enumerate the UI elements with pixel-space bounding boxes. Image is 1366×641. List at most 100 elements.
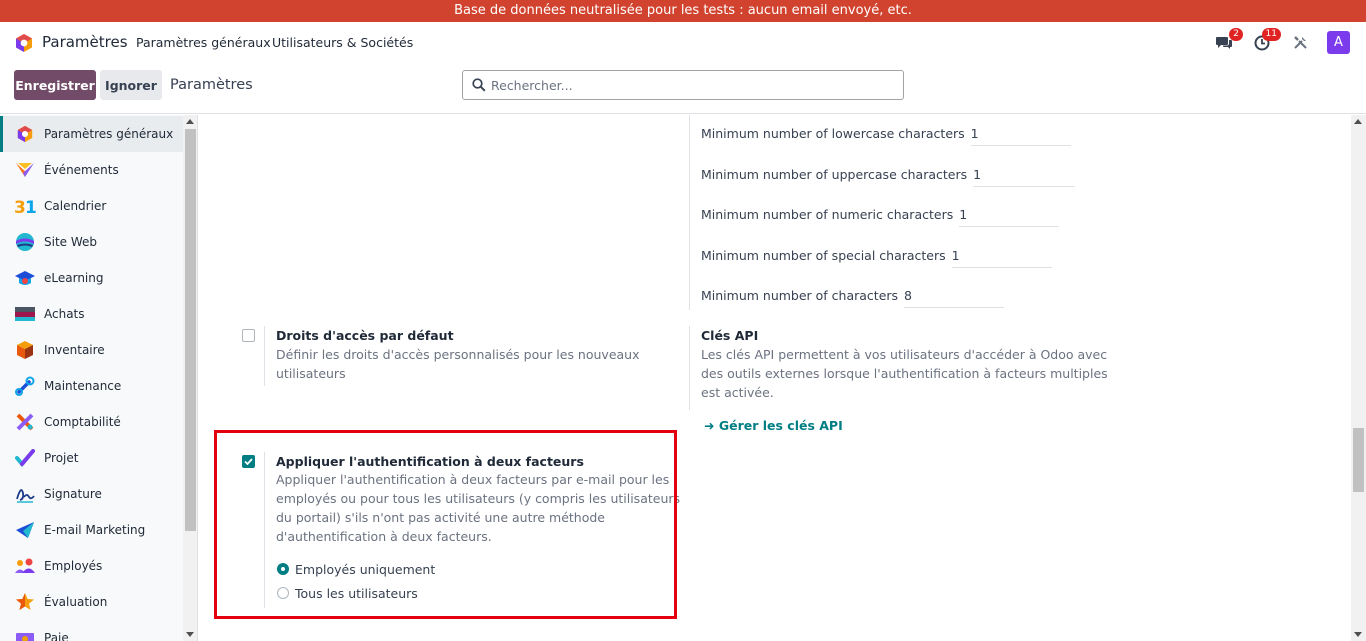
sidebar-item-accounting[interactable]: Comptabilité <box>0 404 183 440</box>
password-policy-row: Minimum number of special characters 1 <box>701 248 1052 268</box>
svg-text:1: 1 <box>25 198 36 215</box>
sidebar-item-label: eLearning <box>44 271 104 285</box>
sidebar-item-signature[interactable]: Signature <box>0 476 183 512</box>
discard-button[interactable]: Ignorer <box>100 70 162 100</box>
password-policy-label: Minimum number of numeric characters <box>701 207 954 222</box>
sidebar-item-elearning[interactable]: eLearning <box>0 260 183 296</box>
sidebar-item-appraisal[interactable]: Évaluation <box>0 584 183 620</box>
sidebar-item-label: Comptabilité <box>44 415 121 429</box>
default-access-title: Droits d'accès par défaut <box>276 328 454 343</box>
api-keys-desc-line: est activée. <box>701 385 774 400</box>
sidebar-item-employees[interactable]: Employés <box>0 548 183 584</box>
sidebar-item-label: Site Web <box>44 235 98 249</box>
scroll-up-arrow-icon[interactable] <box>186 119 194 124</box>
password-policy-input[interactable]: 1 <box>973 167 1076 187</box>
sidebar-item-payroll[interactable]: Paie <box>0 620 183 641</box>
column-divider <box>689 115 690 310</box>
sidebar-item-label: Signature <box>44 487 102 501</box>
main-scrollbar[interactable] <box>1351 115 1366 641</box>
sidebar-item-general-settings[interactable]: Paramètres généraux <box>0 116 183 152</box>
sidebar-item-label: Paie <box>44 631 69 641</box>
maintenance-app-icon <box>14 375 36 397</box>
password-policy-row: Minimum number of characters 8 <box>701 288 1005 308</box>
app-title[interactable]: Paramètres <box>42 33 128 51</box>
signature-app-icon <box>14 483 36 505</box>
messages-button[interactable]: 2 <box>1213 27 1243 54</box>
calendar-app-icon: 31 <box>14 195 36 217</box>
scroll-down-arrow-icon[interactable] <box>186 632 194 637</box>
password-policy-input[interactable]: 1 <box>951 248 1052 268</box>
sidebar-item-label: Projet <box>44 451 79 465</box>
user-avatar[interactable]: A <box>1327 31 1350 54</box>
sidebar-item-inventory[interactable]: Inventaire <box>0 332 183 368</box>
sidebar-item-maintenance[interactable]: Maintenance <box>0 368 183 404</box>
systray: 2 11 A <box>1213 27 1350 54</box>
save-button[interactable]: Enregistrer <box>14 70 96 100</box>
sidebar-scrollbar-thumb[interactable] <box>185 129 196 531</box>
test-database-banner: Base de données neutralisée pour les tes… <box>0 0 1366 22</box>
top-navbar: Paramètres Paramètres généraux Utilisate… <box>0 22 1366 64</box>
api-keys-desc-line: des outils externes lorsque l'authentifi… <box>701 366 1108 381</box>
manage-api-keys-link[interactable]: ➜ Gérer les clés API <box>704 418 843 433</box>
activities-button[interactable]: 11 <box>1251 27 1281 54</box>
scroll-up-arrow-icon[interactable] <box>1354 119 1362 124</box>
messages-badge: 2 <box>1229 27 1243 41</box>
sidebar-item-label: Maintenance <box>44 379 122 393</box>
default-access-desc-line: utilisateurs <box>276 366 346 381</box>
sidebar-item-label: Calendrier <box>44 199 107 213</box>
menu-general-settings[interactable]: Paramètres généraux <box>136 35 271 50</box>
password-policy-input[interactable]: 8 <box>904 288 1005 308</box>
purchase-app-icon <box>14 303 36 325</box>
sidebar-item-calendar[interactable]: 31 Calendrier <box>0 188 183 224</box>
project-app-icon <box>14 447 36 469</box>
breadcrumb: Paramètres <box>170 77 253 93</box>
column-divider <box>264 326 265 386</box>
settings-logo-icon[interactable] <box>14 33 34 53</box>
sidebar-item-label: Paramètres généraux <box>44 127 174 141</box>
accounting-app-icon <box>14 411 36 433</box>
control-panel: Enregistrer Ignorer Paramètres <box>0 64 1366 114</box>
password-policy-input[interactable]: 1 <box>959 207 1060 227</box>
password-policy-label: Minimum number of lowercase characters <box>701 126 965 141</box>
password-policy-label: Minimum number of characters <box>701 288 899 303</box>
default-access-desc-line: Définir les droits d'accès personnalisés… <box>276 347 640 362</box>
employees-app-icon <box>14 555 36 577</box>
website-app-icon <box>14 231 36 253</box>
main-scrollbar-thumb[interactable] <box>1353 428 1364 492</box>
search-box[interactable] <box>462 70 904 100</box>
elearning-app-icon <box>14 267 36 289</box>
sidebar-scrollbar[interactable] <box>183 115 197 641</box>
password-policy-input[interactable]: 1 <box>970 126 1071 146</box>
arrow-right-icon: ➜ <box>704 418 715 433</box>
column-divider <box>689 326 690 410</box>
debug-tools-button[interactable] <box>1289 32 1311 54</box>
tools-icon <box>1293 36 1307 49</box>
sidebar-item-label: Évaluation <box>44 595 108 609</box>
sidebar-item-label: Employés <box>44 559 103 573</box>
scroll-down-arrow-icon[interactable] <box>1354 632 1362 637</box>
appraisal-app-icon <box>14 591 36 613</box>
sidebar-item-project[interactable]: Projet <box>0 440 183 476</box>
sidebar-item-email-marketing[interactable]: E-mail Marketing <box>0 512 183 548</box>
default-access-checkbox[interactable] <box>242 329 255 342</box>
password-policy-row: Minimum number of lowercase characters 1 <box>701 126 1071 146</box>
manage-api-keys-label: Gérer les clés API <box>718 418 843 433</box>
sidebar-item-label: E-mail Marketing <box>44 523 146 537</box>
inventory-app-icon <box>14 339 36 361</box>
sidebar-item-label: Achats <box>44 307 85 321</box>
api-keys-desc-line: Les clés API permettent à vos utilisateu… <box>701 347 1108 362</box>
password-policy-row: Minimum number of numeric characters 1 <box>701 207 1060 227</box>
menu-users-companies[interactable]: Utilisateurs & Sociétés <box>272 35 413 50</box>
events-app-icon <box>14 159 36 181</box>
email-marketing-app-icon <box>14 519 36 541</box>
api-keys-description: Les clés API permettent à vos utilisateu… <box>701 345 1108 402</box>
api-keys-title: Clés API <box>701 328 759 343</box>
activities-badge: 11 <box>1261 27 1281 41</box>
sidebar-item-label: Événements <box>44 163 119 177</box>
password-policy-row: Minimum number of uppercase characters 1 <box>701 167 1076 187</box>
sidebar-item-website[interactable]: Site Web <box>0 224 183 260</box>
payroll-app-icon <box>14 627 36 641</box>
sidebar-item-purchase[interactable]: Achats <box>0 296 183 332</box>
search-input[interactable] <box>491 75 891 95</box>
sidebar-item-events[interactable]: Événements <box>0 152 183 188</box>
